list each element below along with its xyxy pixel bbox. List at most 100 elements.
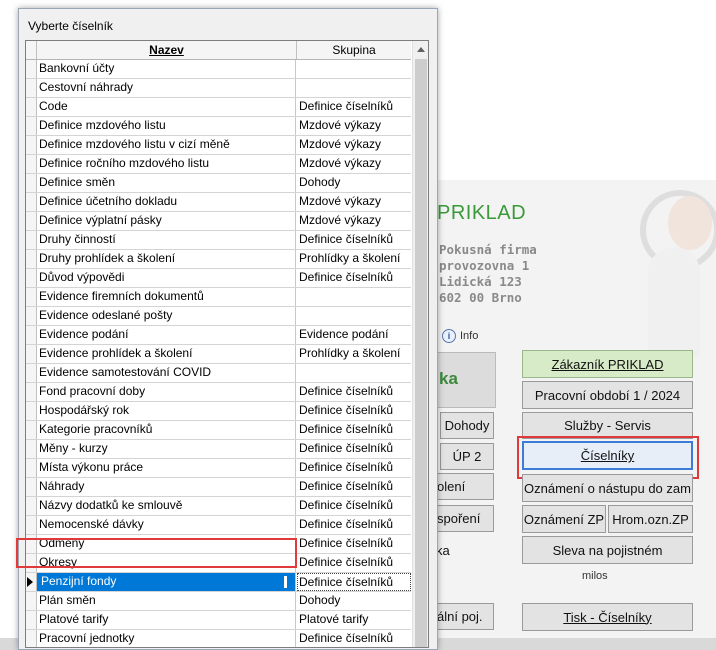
row-indicator-cell[interactable] [26, 288, 37, 306]
table-row[interactable]: Evidence firemních dokumentů [26, 288, 411, 307]
table-row-selected[interactable]: Penzijní fondy Definice číselníků [26, 573, 411, 592]
cell-nazev[interactable]: Evidence firemních dokumentů [39, 288, 296, 306]
cell-nazev[interactable]: Druhy prohlídek a školení [39, 250, 296, 268]
cell-nazev[interactable]: Cestovní náhrady [39, 79, 296, 97]
row-indicator-cell[interactable] [26, 79, 37, 97]
cell-nazev[interactable]: Definice mzdového listu v cizí měně [39, 136, 296, 154]
row-indicator-cell[interactable] [26, 60, 37, 78]
cell-skupina[interactable] [299, 79, 411, 97]
row-indicator-cell[interactable] [26, 402, 37, 420]
oznameni-nastup-button[interactable]: Oznámení o nástupu do zam [522, 474, 693, 502]
row-indicator-cell[interactable] [26, 535, 37, 553]
table-row[interactable]: Názvy dodatků ke smlouvě Definice číselní… [26, 497, 411, 516]
row-indicator-cell[interactable] [26, 478, 37, 496]
cell-nazev[interactable]: Důvod výpovědi [39, 269, 296, 287]
cell-skupina[interactable]: Mzdové výkazy [299, 212, 411, 230]
cell-nazev[interactable]: Fond pracovní doby [39, 383, 296, 401]
cell-skupina[interactable]: Definice číselníků [299, 535, 411, 553]
vertical-scrollbar[interactable] [412, 41, 428, 647]
cell-skupina[interactable]: Platové tarify [299, 611, 411, 629]
dohody-button[interactable]: Dohody [440, 412, 494, 439]
cell-nazev[interactable]: Okresy [39, 554, 296, 572]
cell-nazev[interactable]: Kategorie pracovníků [39, 421, 296, 439]
cell-nazev[interactable]: Plán směn [39, 592, 296, 610]
cell-nazev[interactable]: Evidence podání [39, 326, 296, 344]
row-indicator-cell[interactable] [26, 117, 37, 135]
cell-skupina[interactable] [299, 60, 411, 78]
table-row[interactable]: Náhrady Definice číselníků [26, 478, 411, 497]
table-row[interactable]: Druhy činností Definice číselníků [26, 231, 411, 250]
oznameni-zp-button[interactable]: Oznámení ZP [522, 505, 606, 533]
table-row[interactable]: Code Definice číselníků [26, 98, 411, 117]
table-row[interactable]: Důvod výpovědi Definice číselníků [26, 269, 411, 288]
row-indicator-cell[interactable] [26, 630, 37, 647]
cell-skupina[interactable]: Definice číselníků [299, 231, 411, 249]
cell-nazev[interactable]: Měny - kurzy [39, 440, 296, 458]
ciselniky-button[interactable]: Číselníky [522, 441, 693, 470]
row-indicator-cell[interactable] [26, 345, 37, 363]
cell-skupina[interactable]: Definice číselníků [299, 440, 411, 458]
table-row[interactable]: Evidence prohlídek a školení Prohlídky a … [26, 345, 411, 364]
row-indicator-cell[interactable] [26, 193, 37, 211]
cell-nazev[interactable]: Evidence odeslané pošty [39, 307, 296, 325]
row-indicator-cell[interactable] [26, 98, 37, 116]
sluzby-servis-button[interactable]: Služby - Servis [522, 412, 693, 439]
table-row[interactable]: Místa výkonu práce Definice číselníků [26, 459, 411, 478]
row-indicator-cell[interactable] [26, 326, 37, 344]
sleva-pojistne-button[interactable]: Sleva na pojistném [522, 536, 693, 564]
row-indicator-cell[interactable] [26, 231, 37, 249]
table-row[interactable]: Okresy Definice číselníků [26, 554, 411, 573]
table-row[interactable]: Fond pracovní doby Definice číselníků [26, 383, 411, 402]
table-row[interactable]: Odměny Definice číselníků [26, 535, 411, 554]
cell-skupina[interactable]: Definice číselníků [299, 497, 411, 515]
cell-skupina[interactable]: Definice číselníků [299, 269, 411, 287]
cell-nazev[interactable]: Místa výkonu práce [39, 459, 296, 477]
row-indicator-cell[interactable] [26, 440, 37, 458]
row-indicator-cell[interactable] [26, 497, 37, 515]
table-row[interactable]: Cestovní náhrady [26, 79, 411, 98]
cell-nazev[interactable]: Definice účetního dokladu [39, 193, 296, 211]
cell-nazev[interactable]: Hospodářský rok [39, 402, 296, 420]
up2-button[interactable]: ÚP 2 [440, 443, 494, 470]
row-indicator-cell[interactable] [26, 592, 37, 610]
table-row[interactable]: Platové tarify Platové tarify [26, 611, 411, 630]
cell-skupina[interactable]: Definice číselníků [299, 383, 411, 401]
table-row[interactable]: Nemocenské dávky Definice číselníků [26, 516, 411, 535]
scrollbar-thumb[interactable] [415, 59, 427, 647]
row-indicator-cell[interactable] [26, 155, 37, 173]
table-row[interactable]: Definice mzdového listu v cizí měně Mzdov… [26, 136, 411, 155]
socialni-poj-button[interactable]: ální poj. [436, 603, 494, 630]
cell-nazev[interactable]: Náhrady [39, 478, 296, 496]
cell-skupina[interactable]: Definice číselníků [299, 459, 411, 477]
hromadne-oznameni-zp-button[interactable]: Hrom.ozn.ZP [608, 505, 693, 533]
cell-nazev[interactable]: Evidence samotestování COVID [39, 364, 296, 382]
cell-nazev[interactable]: Definice ročního mzdového listu [39, 155, 296, 173]
tisk-ciselniky-button[interactable]: Tisk - Číselníky [522, 603, 693, 631]
row-indicator-cell[interactable] [26, 250, 37, 268]
cell-nazev[interactable]: Code [39, 98, 296, 116]
row-indicator-cell[interactable] [26, 212, 37, 230]
row-indicator-cell[interactable] [26, 554, 37, 572]
row-indicator-cell[interactable] [26, 383, 37, 401]
cell-skupina[interactable]: Definice číselníků [299, 554, 411, 572]
row-indicator-cell[interactable] [26, 269, 37, 287]
cell-nazev[interactable]: Definice výplatní pásky [39, 212, 296, 230]
table-row[interactable]: Hospodářský rok Definice číselníků [26, 402, 411, 421]
cell-nazev[interactable]: Evidence prohlídek a školení [39, 345, 296, 363]
table-row[interactable]: Pracovní jednotky Definice číselníků [26, 630, 411, 647]
cell-skupina[interactable] [299, 307, 411, 325]
pracovni-obdobi-button[interactable]: Pracovní období 1 / 2024 [522, 381, 693, 409]
cell-skupina[interactable]: Definice číselníků [299, 478, 411, 496]
table-row[interactable]: Bankovní účty [26, 60, 411, 79]
cell-skupina[interactable]: Mzdové výkazy [299, 193, 411, 211]
cell-skupina[interactable]: Prohlídky a školení [299, 345, 411, 363]
cell-skupina[interactable]: Mzdové výkazy [299, 117, 411, 135]
row-indicator-cell[interactable] [26, 421, 37, 439]
row-indicator-cell[interactable] [26, 174, 37, 192]
row-indicator-cell[interactable] [26, 611, 37, 629]
table-row[interactable]: Definice směn Dohody [26, 174, 411, 193]
cell-skupina[interactable]: Mzdové výkazy [299, 155, 411, 173]
module-tile[interactable]: ka [436, 352, 496, 408]
cell-skupina[interactable]: Definice číselníků [299, 402, 411, 420]
table-row[interactable]: Měny - kurzy Definice číselníků [26, 440, 411, 459]
